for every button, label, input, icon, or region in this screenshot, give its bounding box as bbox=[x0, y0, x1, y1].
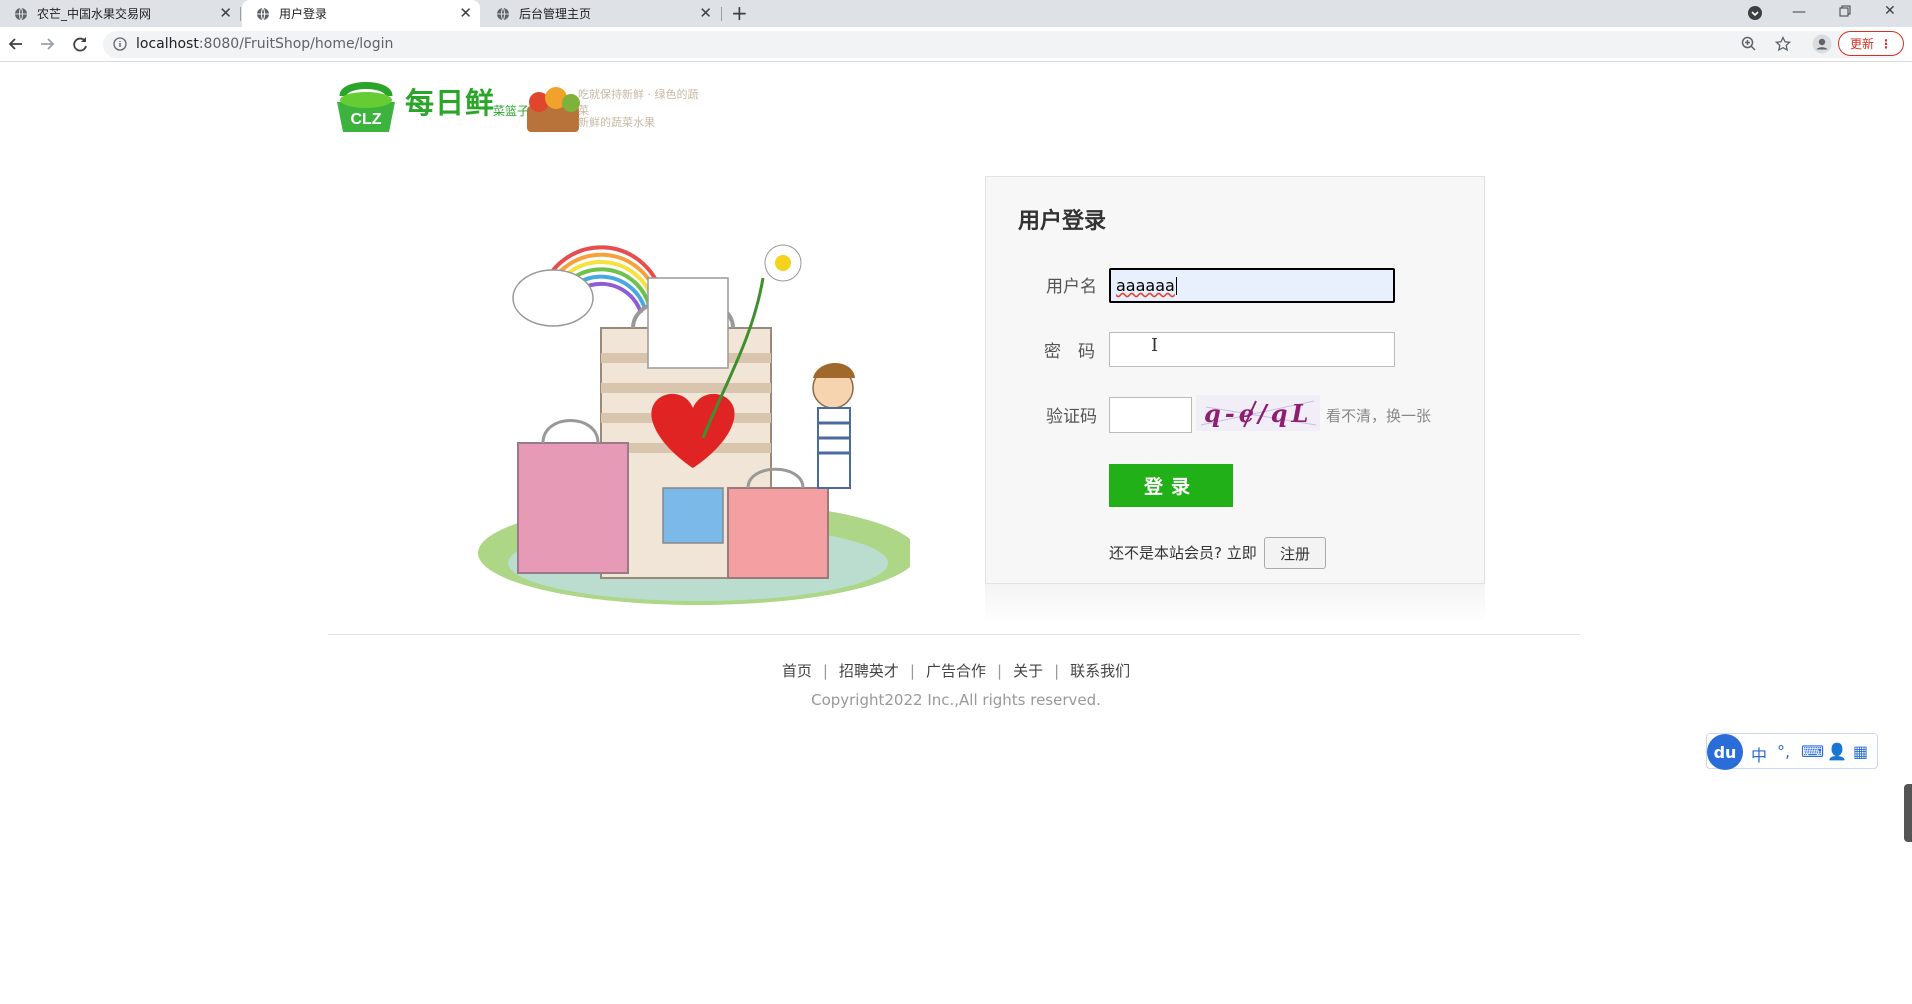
restore-icon[interactable] bbox=[1839, 5, 1851, 17]
update-label: 更新 bbox=[1849, 37, 1874, 51]
update-button[interactable]: 更新 ⋮ bbox=[1838, 31, 1904, 56]
refresh-captcha-link[interactable]: 看不清，换一张 bbox=[1326, 405, 1431, 426]
captcha-image[interactable]: q-e/qL bbox=[1196, 395, 1320, 431]
tab-admin-home[interactable]: 后台管理主页 ✕ bbox=[482, 0, 720, 27]
basket-logo-icon: CLZ bbox=[337, 82, 395, 132]
footer-link-jobs[interactable]: 招聘英才 bbox=[839, 662, 899, 680]
logo-tagline-2: 新鲜的蔬菜水果 bbox=[578, 116, 655, 129]
ime-grid-icon[interactable]: ▦ bbox=[1853, 742, 1868, 761]
footer-links: 首页 | 招聘英才 | 广告合作 | 关于 | 联系我们 bbox=[0, 660, 1912, 681]
tab-divider bbox=[721, 7, 722, 21]
login-panel: 用户登录 用户名 aaaaaa 密 码 验证码 q-e/qL 看不清，换一张 登… bbox=[985, 176, 1485, 584]
back-icon[interactable] bbox=[5, 33, 27, 55]
url-path: :8080/FruitShop/home/login bbox=[198, 36, 394, 52]
login-button[interactable]: 登录 bbox=[1109, 464, 1233, 507]
site-logo[interactable]: CLZ 每日鲜 菜篮子 吃就保持新鲜 · 绿色的蔬菜 新鲜的蔬菜水果 bbox=[333, 74, 708, 140]
tab-title: 农芒_中国水果交易网 bbox=[37, 7, 152, 21]
ime-keyboard-icon[interactable]: ⌨ bbox=[1801, 742, 1824, 761]
omnibox[interactable]: localhost:8080/FruitShop/home/login bbox=[103, 31, 1903, 58]
footer-link-about[interactable]: 关于 bbox=[1013, 662, 1043, 680]
ime-punctuation-icon[interactable]: °, bbox=[1777, 742, 1790, 761]
password-label: 密 码 bbox=[1044, 342, 1095, 362]
globe-icon bbox=[15, 7, 27, 20]
footer-link-home[interactable]: 首页 bbox=[782, 662, 812, 680]
username-label: 用户名 bbox=[1046, 277, 1097, 297]
close-icon[interactable]: ✕ bbox=[219, 5, 232, 21]
window-close-icon[interactable]: ✕ bbox=[1884, 3, 1896, 19]
vegetable-basket-image bbox=[527, 87, 580, 132]
tab-search-icon[interactable] bbox=[1747, 5, 1763, 21]
profile-icon[interactable] bbox=[1812, 34, 1832, 54]
tab-divider bbox=[240, 7, 241, 21]
logo-name: 每日鲜 bbox=[405, 86, 496, 120]
footer-separator: | bbox=[909, 662, 915, 680]
close-icon[interactable]: ✕ bbox=[699, 5, 712, 21]
url-host: localhost bbox=[136, 36, 199, 52]
zoom-icon[interactable] bbox=[1741, 36, 1757, 52]
footer-divider bbox=[328, 634, 1580, 635]
tab-user-login[interactable]: 用户登录 ✕ bbox=[242, 0, 480, 27]
ime-user-icon[interactable]: 👤 bbox=[1827, 742, 1847, 761]
ime-chinese-mode-icon[interactable]: 中 bbox=[1751, 742, 1767, 766]
close-icon[interactable]: ✕ bbox=[459, 5, 472, 21]
tab-fruit-market[interactable]: 农芒_中国水果交易网 ✕ bbox=[0, 0, 240, 27]
forward-icon[interactable] bbox=[36, 33, 58, 55]
address-bar: localhost:8080/FruitShop/home/login bbox=[0, 27, 1912, 62]
star-icon[interactable] bbox=[1775, 36, 1791, 52]
ime-toolbar[interactable]: du 中 °, ⌨ 👤 ▦ bbox=[1706, 733, 1878, 770]
footer-separator: | bbox=[997, 662, 1003, 680]
logo-badge: CLZ bbox=[350, 111, 381, 128]
tab-strip: 农芒_中国水果交易网 ✕ 用户登录 ✕ 后台管理主页 ✕ + — ✕ bbox=[0, 0, 1912, 27]
footer-separator: | bbox=[1054, 662, 1060, 680]
username-value: aaaaaa bbox=[1116, 276, 1175, 295]
side-panel-handle[interactable] bbox=[1904, 784, 1912, 842]
tab-title: 后台管理主页 bbox=[519, 7, 592, 21]
minimize-icon[interactable]: — bbox=[1792, 4, 1806, 20]
globe-icon bbox=[497, 7, 509, 20]
info-icon[interactable] bbox=[113, 37, 127, 51]
copyright: Copyright2022 Inc.,All rights reserved. bbox=[811, 691, 1101, 709]
captcha-label: 验证码 bbox=[1046, 407, 1097, 427]
register-button[interactable]: 注册 bbox=[1264, 537, 1326, 569]
register-prompt: 还不是本站会员? 立即 bbox=[1109, 544, 1257, 562]
url-text[interactable]: localhost:8080/FruitShop/home/login bbox=[136, 36, 393, 52]
panel-shadow bbox=[985, 584, 1485, 624]
captcha-text: q-e/qL bbox=[1204, 399, 1313, 428]
text-cursor-icon: I bbox=[1151, 335, 1159, 356]
globe-icon bbox=[257, 7, 269, 20]
captcha-input[interactable] bbox=[1109, 397, 1192, 433]
new-tab-button[interactable]: + bbox=[731, 0, 748, 26]
shopping-bags-illustration bbox=[478, 244, 910, 605]
menu-icon: ⋮ bbox=[1880, 36, 1892, 51]
login-title: 用户登录 bbox=[1018, 209, 1107, 234]
text-caret bbox=[1175, 276, 1177, 295]
username-input[interactable]: aaaaaa bbox=[1109, 268, 1395, 303]
footer-link-contact[interactable]: 联系我们 bbox=[1070, 662, 1130, 680]
reload-icon[interactable] bbox=[69, 33, 91, 55]
footer-link-ads[interactable]: 广告合作 bbox=[926, 662, 986, 680]
tab-title: 用户登录 bbox=[279, 7, 328, 21]
baidu-ime-logo-icon[interactable]: du bbox=[1707, 734, 1743, 770]
footer-separator: | bbox=[822, 662, 828, 680]
